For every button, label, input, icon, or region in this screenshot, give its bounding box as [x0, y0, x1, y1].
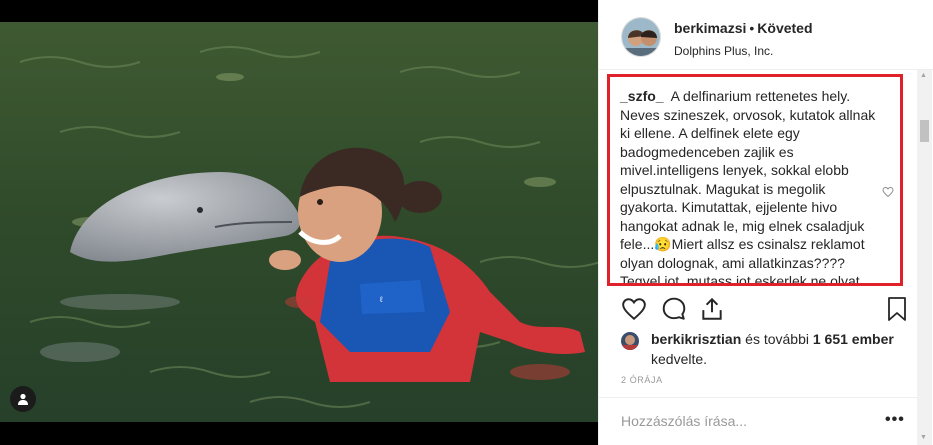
post-username[interactable]: berkimazsi	[674, 20, 746, 36]
post-timestamp[interactable]: 2 ÓRÁJA	[621, 375, 663, 385]
post-header: berkimazsi • Követed Dolphins Plus, Inc.	[599, 0, 933, 70]
avatar[interactable]	[621, 332, 639, 350]
avatar	[810, 283, 820, 286]
post-location[interactable]: Dolphins Plus, Inc.	[674, 44, 813, 58]
comment-button[interactable]	[661, 296, 687, 327]
comment: _szfo_ A delfinarium rettenetes hely. Ne…	[620, 87, 878, 286]
user-tag-button[interactable]	[10, 386, 36, 412]
likes-line: berkikrisztian és további 1 651 ember	[651, 331, 894, 347]
comment-highlight-box: _szfo_ A delfinarium rettenetes hely. Ne…	[607, 74, 903, 286]
follow-button[interactable]: Követed	[757, 20, 812, 36]
post-media: ℓ	[0, 0, 598, 445]
user-tag-icon	[18, 393, 28, 405]
scroll-up-icon[interactable]: ▲	[920, 72, 927, 79]
heart-icon	[882, 186, 894, 198]
add-comment-bar: •••	[599, 397, 917, 445]
like-button[interactable]	[621, 296, 647, 327]
comment-input[interactable]	[621, 413, 871, 429]
save-button[interactable]	[885, 296, 909, 327]
comment-body: A delfinarium rettenetes hely. Neves szi…	[620, 88, 876, 286]
comment-username[interactable]: _szfo_	[620, 88, 664, 104]
post-actions	[621, 296, 911, 324]
likes-line-suffix: kedvelte.	[651, 351, 708, 367]
share-button[interactable]	[699, 296, 725, 327]
post-photo[interactable]: ℓ	[0, 22, 598, 422]
comments-scrollbar[interactable]: ▲ ▼	[917, 70, 932, 445]
post-side-panel: berkimazsi • Követed Dolphins Plus, Inc. _…	[598, 0, 933, 445]
heart-icon	[622, 298, 646, 321]
separator-dot: •	[749, 20, 755, 36]
scroll-down-icon[interactable]: ▼	[920, 434, 927, 441]
comment-icon	[662, 297, 686, 320]
share-icon	[702, 297, 722, 320]
scrollbar-thumb[interactable]	[920, 120, 929, 142]
svg-text:ℓ: ℓ	[379, 295, 383, 304]
header-text: berkimazsi • Követed Dolphins Plus, Inc.	[674, 20, 813, 58]
avatar[interactable]	[621, 17, 661, 57]
bookmark-icon	[888, 297, 906, 321]
liker-username[interactable]: berkikrisztian	[651, 331, 741, 347]
likes-count[interactable]: 1 651 ember	[813, 331, 894, 347]
comment-like-button[interactable]	[882, 185, 894, 203]
likes-connector: és további	[741, 331, 813, 347]
more-options-icon[interactable]: •••	[885, 411, 905, 429]
